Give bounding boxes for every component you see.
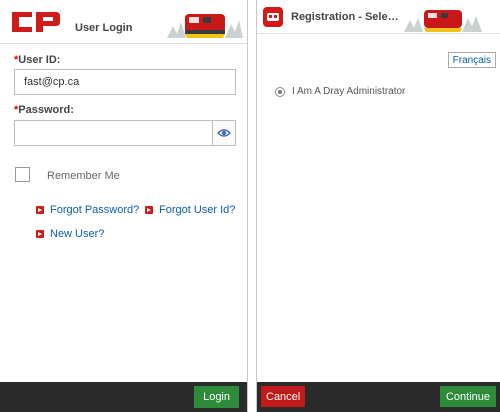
user-id-input[interactable] bbox=[14, 69, 236, 95]
continue-button[interactable]: Continue bbox=[439, 386, 496, 407]
role-option-label: I Am A Dray Administrator bbox=[292, 86, 406, 97]
cp-small-logo bbox=[263, 7, 283, 27]
user-id-label: *User ID: bbox=[14, 54, 61, 66]
page-title: Registration - Sele… bbox=[291, 11, 399, 23]
remember-me-label: Remember Me bbox=[47, 170, 120, 182]
remember-me-checkbox[interactable] bbox=[15, 167, 30, 182]
login-header: User Login bbox=[0, 0, 247, 44]
login-panel: User Login *User ID: *Password: Remember… bbox=[0, 0, 248, 412]
forgot-password-link[interactable]: Forgot Password? bbox=[36, 204, 139, 216]
login-footer: Login bbox=[0, 382, 247, 412]
password-label: *Password: bbox=[14, 104, 74, 116]
train-illustration bbox=[404, 10, 482, 32]
forgot-user-id-link[interactable]: Forgot User Id? bbox=[145, 204, 235, 216]
show-password-button[interactable] bbox=[212, 120, 236, 146]
arrow-bullet-icon bbox=[36, 206, 44, 214]
registration-header: Registration - Sele… bbox=[257, 0, 500, 34]
registration-panel: Registration - Sele… Français I Am A Dra… bbox=[256, 0, 500, 412]
arrow-bullet-icon bbox=[145, 206, 153, 214]
role-radio[interactable] bbox=[275, 86, 285, 97]
panel-divider bbox=[248, 0, 256, 412]
arrow-bullet-icon bbox=[36, 230, 44, 238]
cp-logo bbox=[10, 10, 62, 34]
train-illustration bbox=[167, 14, 243, 38]
cancel-button[interactable]: Cancel bbox=[261, 386, 306, 407]
new-user-link[interactable]: New User? bbox=[36, 228, 104, 240]
page-title: User Login bbox=[75, 22, 133, 34]
role-option-row[interactable]: I Am A Dray Administrator bbox=[275, 86, 405, 97]
registration-footer: Cancel Continue bbox=[257, 382, 500, 412]
password-input[interactable] bbox=[14, 120, 213, 146]
eye-icon bbox=[217, 128, 231, 137]
language-toggle-button[interactable]: Français bbox=[447, 52, 496, 68]
login-button[interactable]: Login bbox=[194, 386, 239, 408]
